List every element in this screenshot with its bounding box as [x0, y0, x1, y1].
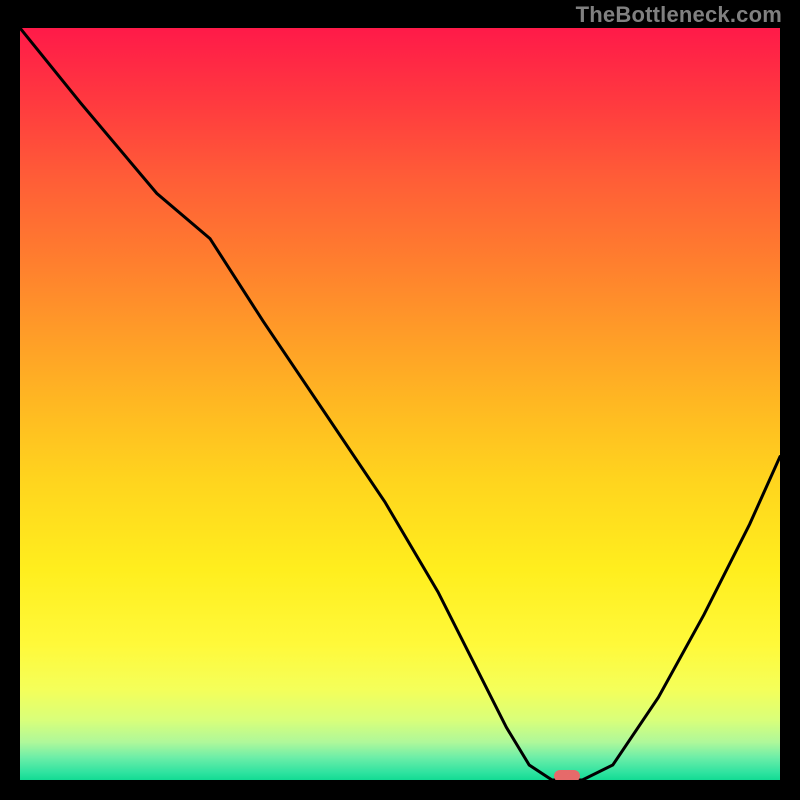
current-config-marker: [554, 770, 580, 780]
curve-path: [20, 28, 780, 780]
plot-area: [20, 28, 780, 780]
chart-frame: TheBottleneck.com: [0, 0, 800, 800]
bottleneck-curve: [20, 28, 780, 780]
watermark-text: TheBottleneck.com: [576, 2, 782, 28]
